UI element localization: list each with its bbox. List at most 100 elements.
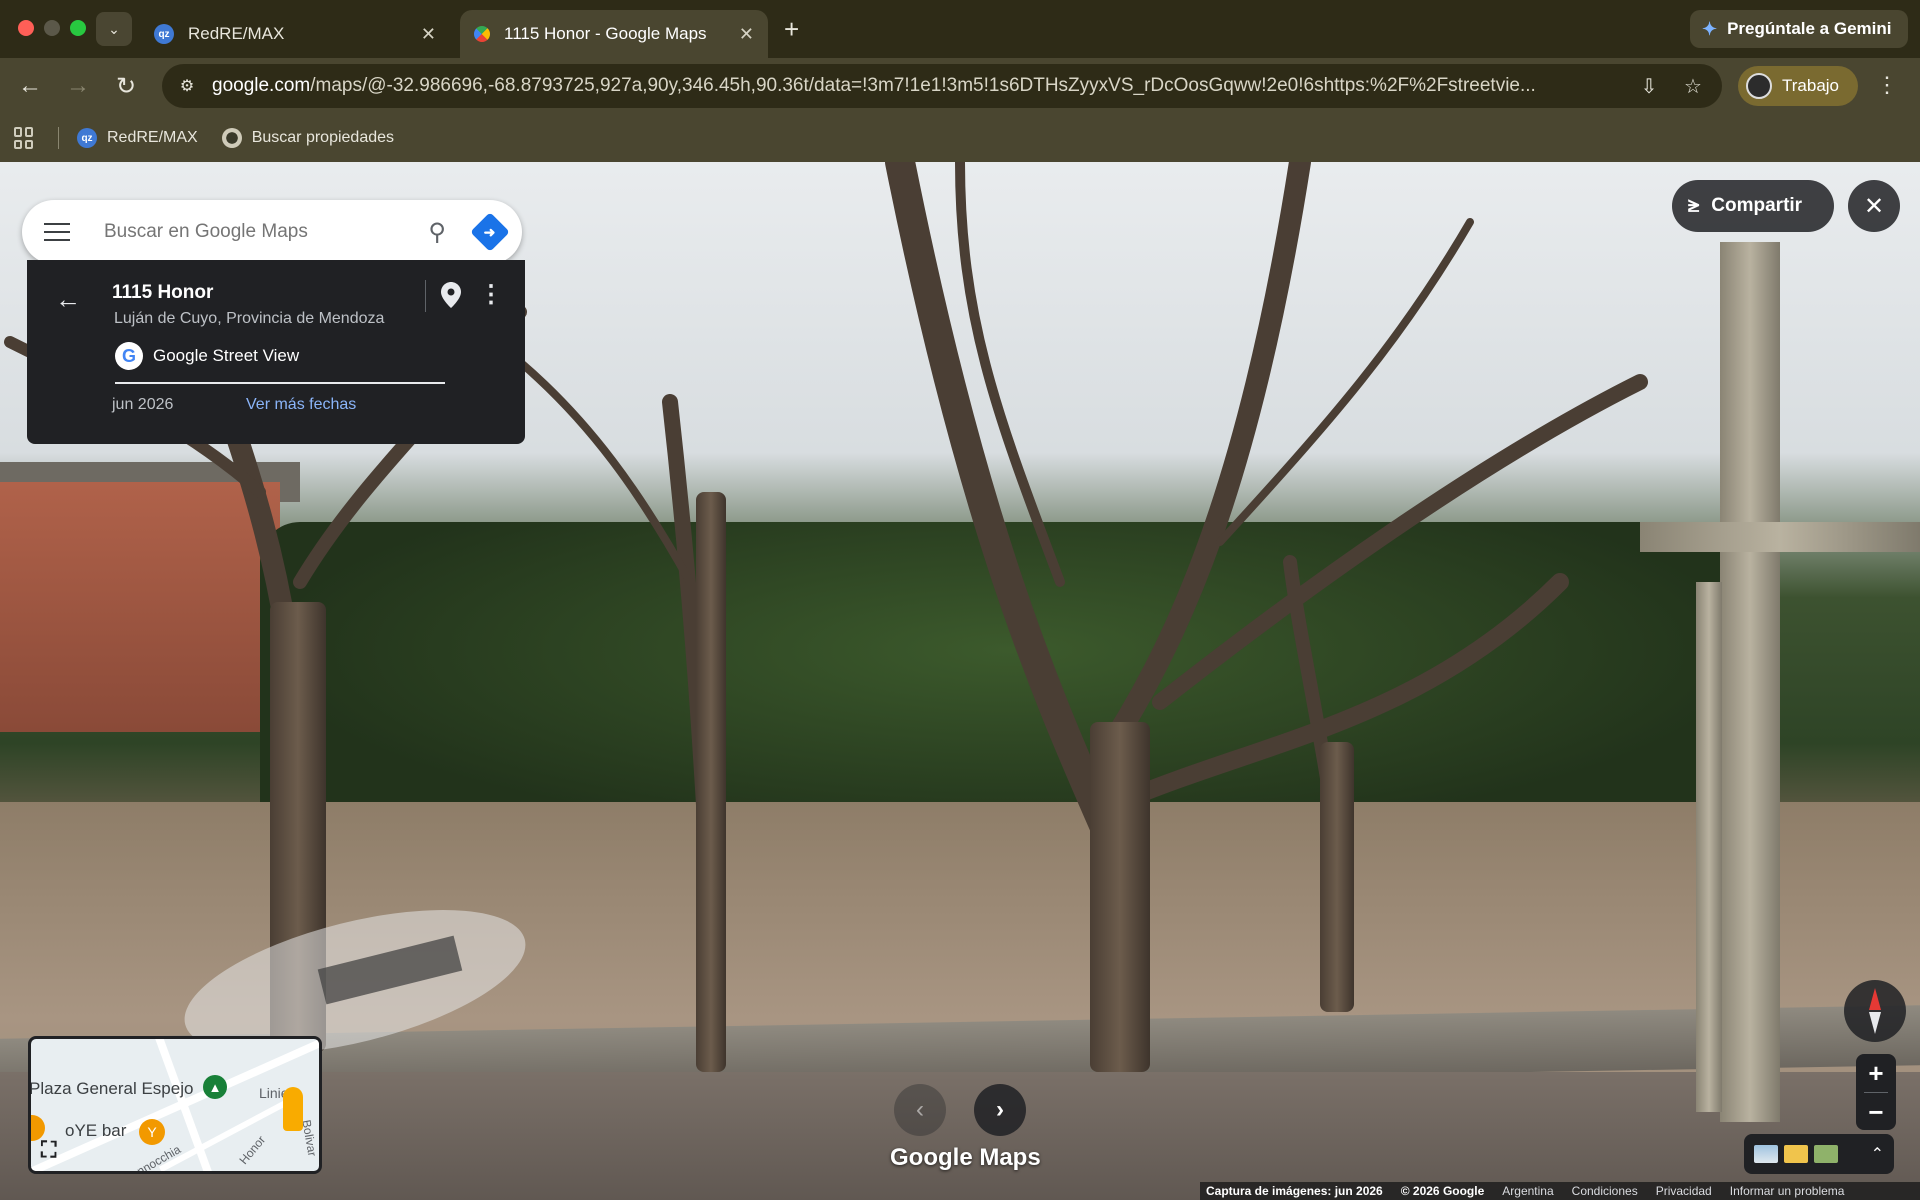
close-icon[interactable]: ✕ bbox=[421, 24, 436, 45]
place-info-card: ← 1115 Honor Luján de Cuyo, Provincia de… bbox=[27, 260, 525, 444]
zoom-out-button[interactable]: − bbox=[1856, 1093, 1896, 1131]
back-button[interactable]: ← bbox=[14, 70, 46, 102]
reload-icon: ↻ bbox=[115, 72, 137, 100]
apps-grid-icon[interactable] bbox=[14, 127, 36, 149]
url-path: /maps/@-32.986696,-68.8793725,927a,90y,3… bbox=[310, 75, 1536, 96]
chevron-left-icon: ‹ bbox=[916, 1096, 924, 1123]
bookmark-remax[interactable]: qz RedRE/MAX bbox=[77, 128, 198, 148]
window-zoom-button[interactable] bbox=[70, 20, 86, 36]
tab-title: RedRE/MAX bbox=[188, 24, 285, 43]
map-label: Plaza General Espejo bbox=[29, 1079, 194, 1098]
tab-search-button[interactable]: ⌄ bbox=[96, 12, 132, 46]
avatar bbox=[1746, 73, 1772, 99]
remax-icon: qz bbox=[154, 24, 174, 44]
globe-icon bbox=[221, 128, 242, 148]
share-button[interactable]: ⪭ Compartir bbox=[1672, 180, 1834, 232]
menu-icon[interactable] bbox=[44, 223, 70, 241]
gemini-sparkle-icon: ✦ bbox=[1702, 18, 1718, 39]
zoom-in-button[interactable]: + bbox=[1856, 1054, 1896, 1092]
address-bar[interactable]: ⚙ google.com/maps/@-32.986696,-68.879372… bbox=[162, 64, 1722, 108]
url-text[interactable]: google.com/maps/@-32.986696,-68.8793725,… bbox=[212, 75, 1620, 97]
arrow-left-icon[interactable]: ← bbox=[55, 284, 81, 315]
park-icon[interactable]: ▲ bbox=[203, 1075, 227, 1099]
map-layer-icon[interactable] bbox=[1784, 1145, 1808, 1163]
forward-button[interactable]: → bbox=[62, 70, 94, 102]
satellite-layer-icon[interactable] bbox=[1754, 1145, 1778, 1163]
capture-date-footer: Captura de imágenes: jun 2026 bbox=[1206, 1184, 1383, 1198]
google-logo-icon: G bbox=[115, 342, 143, 370]
gemini-button[interactable]: ✦ Pregúntale a Gemini bbox=[1690, 10, 1908, 48]
tree-trunk bbox=[696, 492, 726, 1072]
directions-icon[interactable]: ➜ bbox=[470, 212, 510, 252]
place-subtitle: Luján de Cuyo, Provincia de Mendoza bbox=[114, 310, 385, 327]
map-label: Pannocchia bbox=[121, 1142, 184, 1174]
card-divider bbox=[425, 280, 426, 312]
close-icon: ✕ bbox=[1863, 192, 1885, 220]
place-title: 1115 Honor bbox=[112, 282, 214, 303]
reload-button[interactable]: ↻ bbox=[110, 70, 142, 102]
utility-pole bbox=[1720, 242, 1780, 1122]
window-close-button[interactable] bbox=[18, 20, 34, 36]
tab-title: 1115 Honor - Google Maps bbox=[504, 24, 707, 43]
browser-toolbar: ← → ↻ ⚙ google.com/maps/@-32.986696,-68.… bbox=[0, 58, 1920, 114]
compass-north-icon bbox=[1869, 988, 1881, 1010]
close-street-view-button[interactable]: ✕ bbox=[1848, 180, 1900, 232]
bar-icon[interactable]: Y bbox=[139, 1119, 165, 1145]
tree-trunk bbox=[1090, 722, 1150, 1072]
new-tab-button[interactable]: + bbox=[784, 14, 799, 44]
profile-label: Trabajo bbox=[1782, 76, 1840, 95]
browser-tabstrip: ⌄ qz RedRE/MAX ✕ 1115 Honor - Google Map… bbox=[0, 0, 1920, 58]
search-input[interactable] bbox=[104, 221, 429, 243]
footer-terms-link[interactable]: Condiciones bbox=[1572, 1184, 1638, 1198]
map-label: oYE bar bbox=[65, 1121, 127, 1140]
terrain-layer-icon[interactable] bbox=[1814, 1145, 1838, 1163]
source-underline bbox=[115, 382, 445, 384]
profile-button[interactable]: Trabajo bbox=[1738, 66, 1858, 106]
tab-google-maps[interactable]: 1115 Honor - Google Maps ✕ bbox=[460, 10, 768, 58]
bookmark-star-icon[interactable]: ☆ bbox=[1678, 74, 1708, 99]
site-settings-icon[interactable]: ⚙ bbox=[176, 75, 198, 97]
source-label: Google Street View bbox=[153, 346, 300, 365]
layers-control[interactable]: ⌃ bbox=[1744, 1134, 1894, 1174]
share-label: Compartir bbox=[1711, 195, 1803, 216]
tab-remax[interactable]: qz RedRE/MAX ✕ bbox=[140, 10, 450, 58]
arrow-left-icon: ← bbox=[18, 72, 42, 99]
browser-menu-icon[interactable]: ⋮ bbox=[1876, 72, 1898, 98]
tree-trunk bbox=[1320, 742, 1354, 1012]
google-maps-logo: Google Maps bbox=[890, 1144, 1041, 1171]
chevron-down-icon: ⌄ bbox=[108, 20, 120, 37]
footer-report-link[interactable]: Informar un problema bbox=[1730, 1184, 1845, 1198]
copyright: © 2026 Google bbox=[1400, 1184, 1485, 1198]
expand-map-icon[interactable]: ⛶ bbox=[41, 1137, 71, 1167]
bookmark-buscar-propiedades[interactable]: Buscar propiedades bbox=[221, 128, 394, 148]
capture-date: jun 2026 bbox=[112, 396, 174, 413]
street-view-source[interactable]: G Google Street View bbox=[115, 342, 299, 370]
zoom-controls: + − bbox=[1856, 1054, 1896, 1130]
more-options-icon[interactable]: ⋮ bbox=[479, 280, 503, 309]
minimap[interactable]: Plaza General Espejo ▲ Linier Y oYE bar … bbox=[28, 1036, 322, 1174]
install-app-icon[interactable]: ⇩ bbox=[1634, 74, 1664, 99]
gemini-label: Pregúntale a Gemini bbox=[1727, 19, 1892, 38]
bookmarks-divider bbox=[58, 127, 59, 149]
search-icon[interactable]: ⚲ bbox=[428, 218, 446, 247]
footer-privacy-link[interactable]: Privacidad bbox=[1656, 1184, 1712, 1198]
more-dates-link[interactable]: Ver más fechas bbox=[246, 396, 356, 414]
pegman-icon[interactable] bbox=[283, 1087, 303, 1131]
close-icon[interactable]: ✕ bbox=[739, 24, 754, 45]
google-maps-icon bbox=[470, 22, 494, 46]
chevron-double-up-icon[interactable]: ⌃ bbox=[1871, 1144, 1884, 1164]
remax-icon: qz bbox=[77, 128, 97, 148]
previous-step-button[interactable]: ‹ bbox=[894, 1084, 946, 1136]
bookmark-label: RedRE/MAX bbox=[107, 129, 198, 146]
compass-south-icon bbox=[1869, 1012, 1881, 1034]
next-step-button[interactable]: › bbox=[974, 1084, 1026, 1136]
share-icon: ⪭ bbox=[1688, 194, 1700, 217]
footer-country[interactable]: Argentina bbox=[1502, 1184, 1553, 1198]
arrow-right-icon: → bbox=[66, 72, 90, 99]
maps-search-box: ⚲ ➜ bbox=[22, 200, 522, 264]
window-minimize-button[interactable] bbox=[44, 20, 60, 36]
maps-footer: Captura de imágenes: jun 2026 © 2026 Goo… bbox=[1200, 1182, 1920, 1200]
utility-pole bbox=[1696, 582, 1722, 1112]
chevron-right-icon: › bbox=[996, 1096, 1004, 1123]
location-pin-icon[interactable] bbox=[441, 282, 461, 308]
